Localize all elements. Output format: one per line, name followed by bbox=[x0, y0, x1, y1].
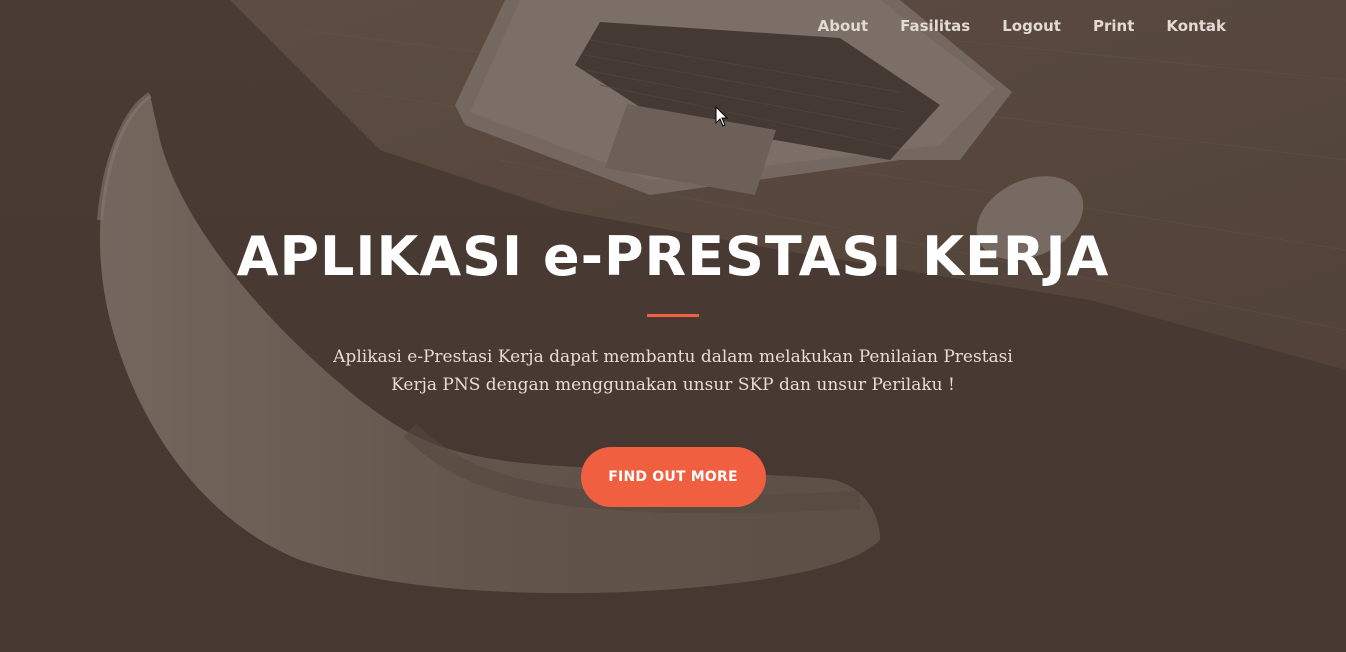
top-navbar: About Fasilitas Logout Print Kontak bbox=[0, 0, 1346, 54]
hero-title: APLIKASI e-PRESTASI KERJA bbox=[236, 225, 1110, 288]
nav-link-kontak[interactable]: Kontak bbox=[1150, 16, 1242, 36]
hero-content: APLIKASI e-PRESTASI KERJA Aplikasi e-Pre… bbox=[0, 222, 1346, 507]
hero-subtitle-line-2: Kerja PNS dengan menggunakan unsur SKP d… bbox=[391, 375, 955, 395]
mouse-pointer-icon bbox=[715, 106, 729, 127]
title-divider bbox=[647, 314, 699, 317]
hero-subtitle: Aplikasi e-Prestasi Kerja dapat membantu… bbox=[293, 343, 1053, 399]
hero-section: About Fasilitas Logout Print Kontak APLI… bbox=[0, 0, 1346, 652]
nav-link-print[interactable]: Print bbox=[1077, 16, 1150, 36]
nav-link-fasilitas[interactable]: Fasilitas bbox=[884, 16, 986, 36]
nav-link-logout[interactable]: Logout bbox=[986, 16, 1077, 36]
hero-subtitle-line-1: Aplikasi e-Prestasi Kerja dapat membantu… bbox=[333, 347, 1013, 367]
nav-menu: About Fasilitas Logout Print Kontak bbox=[802, 16, 1242, 36]
find-out-more-button[interactable]: FIND OUT MORE bbox=[580, 447, 766, 507]
nav-link-about[interactable]: About bbox=[802, 16, 885, 36]
